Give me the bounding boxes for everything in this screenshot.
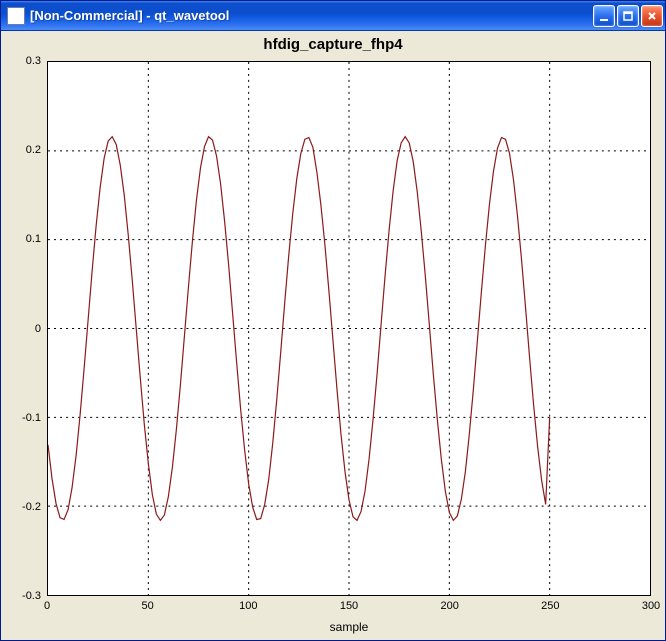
y-tick-label: 0.3	[26, 55, 41, 67]
close-icon	[646, 10, 658, 22]
maximize-icon	[622, 10, 634, 22]
y-tick-label: -0.2	[22, 501, 41, 513]
chart-title: hfdig_capture_fhp4	[5, 35, 661, 57]
y-tick-label: -0.3	[22, 590, 41, 602]
minimize-icon	[598, 10, 610, 22]
app-window: [Non-Commercial] - qt_wavetool hfdig_cap…	[0, 0, 666, 641]
x-tick-label: 300	[642, 600, 660, 612]
y-tick-label: 0.1	[26, 233, 41, 245]
x-axis-label: sample	[47, 620, 651, 634]
title-bar[interactable]: [Non-Commercial] - qt_wavetool	[1, 1, 665, 31]
x-tick-label: 150	[340, 600, 358, 612]
plot-area[interactable]	[47, 61, 651, 596]
y-tick-label: -0.1	[22, 412, 41, 424]
y-axis-ticks: -0.3-0.2-0.100.10.20.3	[5, 61, 45, 596]
maximize-button[interactable]	[617, 5, 639, 27]
x-tick-label: 250	[541, 600, 559, 612]
app-icon	[7, 7, 25, 25]
y-tick-label: 0	[35, 323, 41, 335]
y-tick-label: 0.2	[26, 144, 41, 156]
x-axis-ticks: 050100150200250300	[47, 598, 651, 616]
window-button-group	[593, 5, 663, 27]
minimize-button[interactable]	[593, 5, 615, 27]
x-tick-label: 0	[44, 600, 50, 612]
client-area: hfdig_capture_fhp4 -0.3 -0.2 -0.1 0 0.1 0.2 0.…	[1, 31, 665, 640]
x-tick-label: 100	[239, 600, 257, 612]
plot-svg	[48, 62, 650, 595]
x-tick-label: 50	[142, 600, 154, 612]
chart-container: hfdig_capture_fhp4 -0.3 -0.2 -0.1 0 0.1 0.2 0.…	[5, 35, 661, 636]
close-button[interactable]	[641, 5, 663, 27]
x-tick-label: 200	[440, 600, 458, 612]
window-title: [Non-Commercial] - qt_wavetool	[30, 8, 593, 23]
